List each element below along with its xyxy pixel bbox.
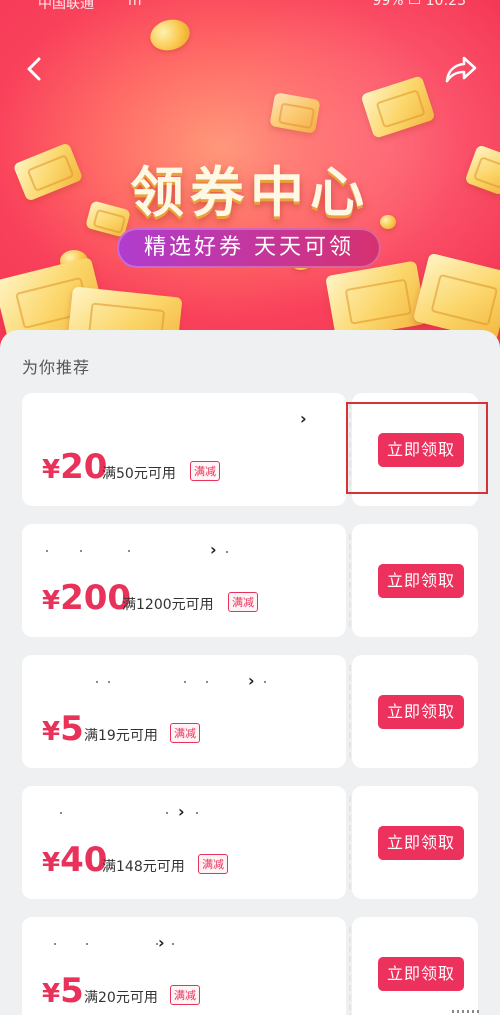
coupon-card: › ¥5 满19元可用 满减 立即领取: [22, 655, 478, 768]
signal-icon: ıll: [128, 0, 143, 9]
coupon-tag: 满减: [190, 461, 220, 481]
header-banner: 中国联通 ıll 99% ▭ 10:23 领券中心 精选好券 天天可领: [0, 0, 500, 350]
coupon-amount: 5: [60, 971, 84, 1011]
claim-button[interactable]: 立即领取: [378, 826, 464, 860]
coupon-condition: 满148元可用: [102, 859, 185, 875]
redacted-text: [46, 943, 186, 949]
chevron-right-icon[interactable]: ›: [178, 802, 185, 821]
coupon-condition: 满19元可用: [84, 728, 158, 744]
coupon-card: › ¥200 满1200元可用 满减 立即领取: [22, 524, 478, 637]
coupon-divider: [349, 927, 351, 1015]
coupon-amount: 40: [60, 840, 108, 880]
coupon-amount: 5: [60, 709, 84, 749]
coupon-price: ¥5: [42, 709, 84, 749]
coupon-tag: 满减: [198, 854, 228, 874]
currency-symbol: ¥: [42, 979, 61, 1009]
back-arrow-icon[interactable]: [16, 50, 54, 88]
status-right: 99% ▭ 10:23: [372, 0, 466, 9]
highlight-box: [346, 402, 488, 494]
claim-button[interactable]: 立即领取: [378, 957, 464, 991]
redacted-text: [46, 550, 228, 556]
share-icon[interactable]: [442, 50, 480, 88]
coupon-amount: 20: [60, 447, 108, 487]
chevron-right-icon[interactable]: ›: [248, 671, 255, 690]
coupon-condition: 满1200元可用: [122, 597, 214, 613]
coupon-price: ¥200: [42, 578, 131, 618]
coupon-price: ¥5: [42, 971, 84, 1011]
coupon-tag: 满减: [170, 723, 200, 743]
coupon-condition: 满20元可用: [84, 990, 158, 1006]
coupon-card: › ¥5 满20元可用 满减 立即领取: [22, 917, 478, 1015]
coin-decoration: [146, 15, 194, 55]
ticket-decoration: [412, 252, 500, 342]
chevron-right-icon[interactable]: ›: [300, 409, 307, 428]
carrier-label: 中国联通: [38, 0, 94, 12]
coupon-divider: [349, 796, 351, 889]
currency-symbol: ¥: [42, 455, 61, 485]
coupon-price: ¥40: [42, 840, 107, 880]
page-subtitle: 精选好券 天天可领: [117, 228, 381, 268]
redacted-text: [46, 812, 198, 818]
currency-symbol: ¥: [42, 717, 61, 747]
coupon-divider: [349, 665, 351, 758]
section-title: 为你推荐: [22, 358, 91, 377]
coupon-divider: [349, 534, 351, 627]
coupon-price: ¥20: [42, 447, 107, 487]
coupon-condition: 满50元可用: [102, 466, 176, 482]
coupon-amount: 200: [60, 578, 132, 618]
coupon-tag: 满减: [228, 592, 258, 612]
claim-button[interactable]: 立即领取: [378, 564, 464, 598]
chevron-right-icon[interactable]: ›: [158, 933, 165, 952]
currency-symbol: ¥: [42, 586, 61, 616]
status-bar: 中国联通 ıll 99% ▭ 10:23: [0, 0, 500, 12]
coupon-tag: 满减: [170, 985, 200, 1005]
currency-symbol: ¥: [42, 848, 61, 878]
page-title: 领券中心: [130, 161, 370, 224]
redacted-text: [46, 681, 266, 687]
claim-button[interactable]: 立即领取: [378, 695, 464, 729]
redacted-text: [452, 1010, 482, 1013]
coupon-card: › ¥40 满148元可用 满减 立即领取: [22, 786, 478, 899]
chevron-right-icon[interactable]: ›: [210, 540, 217, 559]
